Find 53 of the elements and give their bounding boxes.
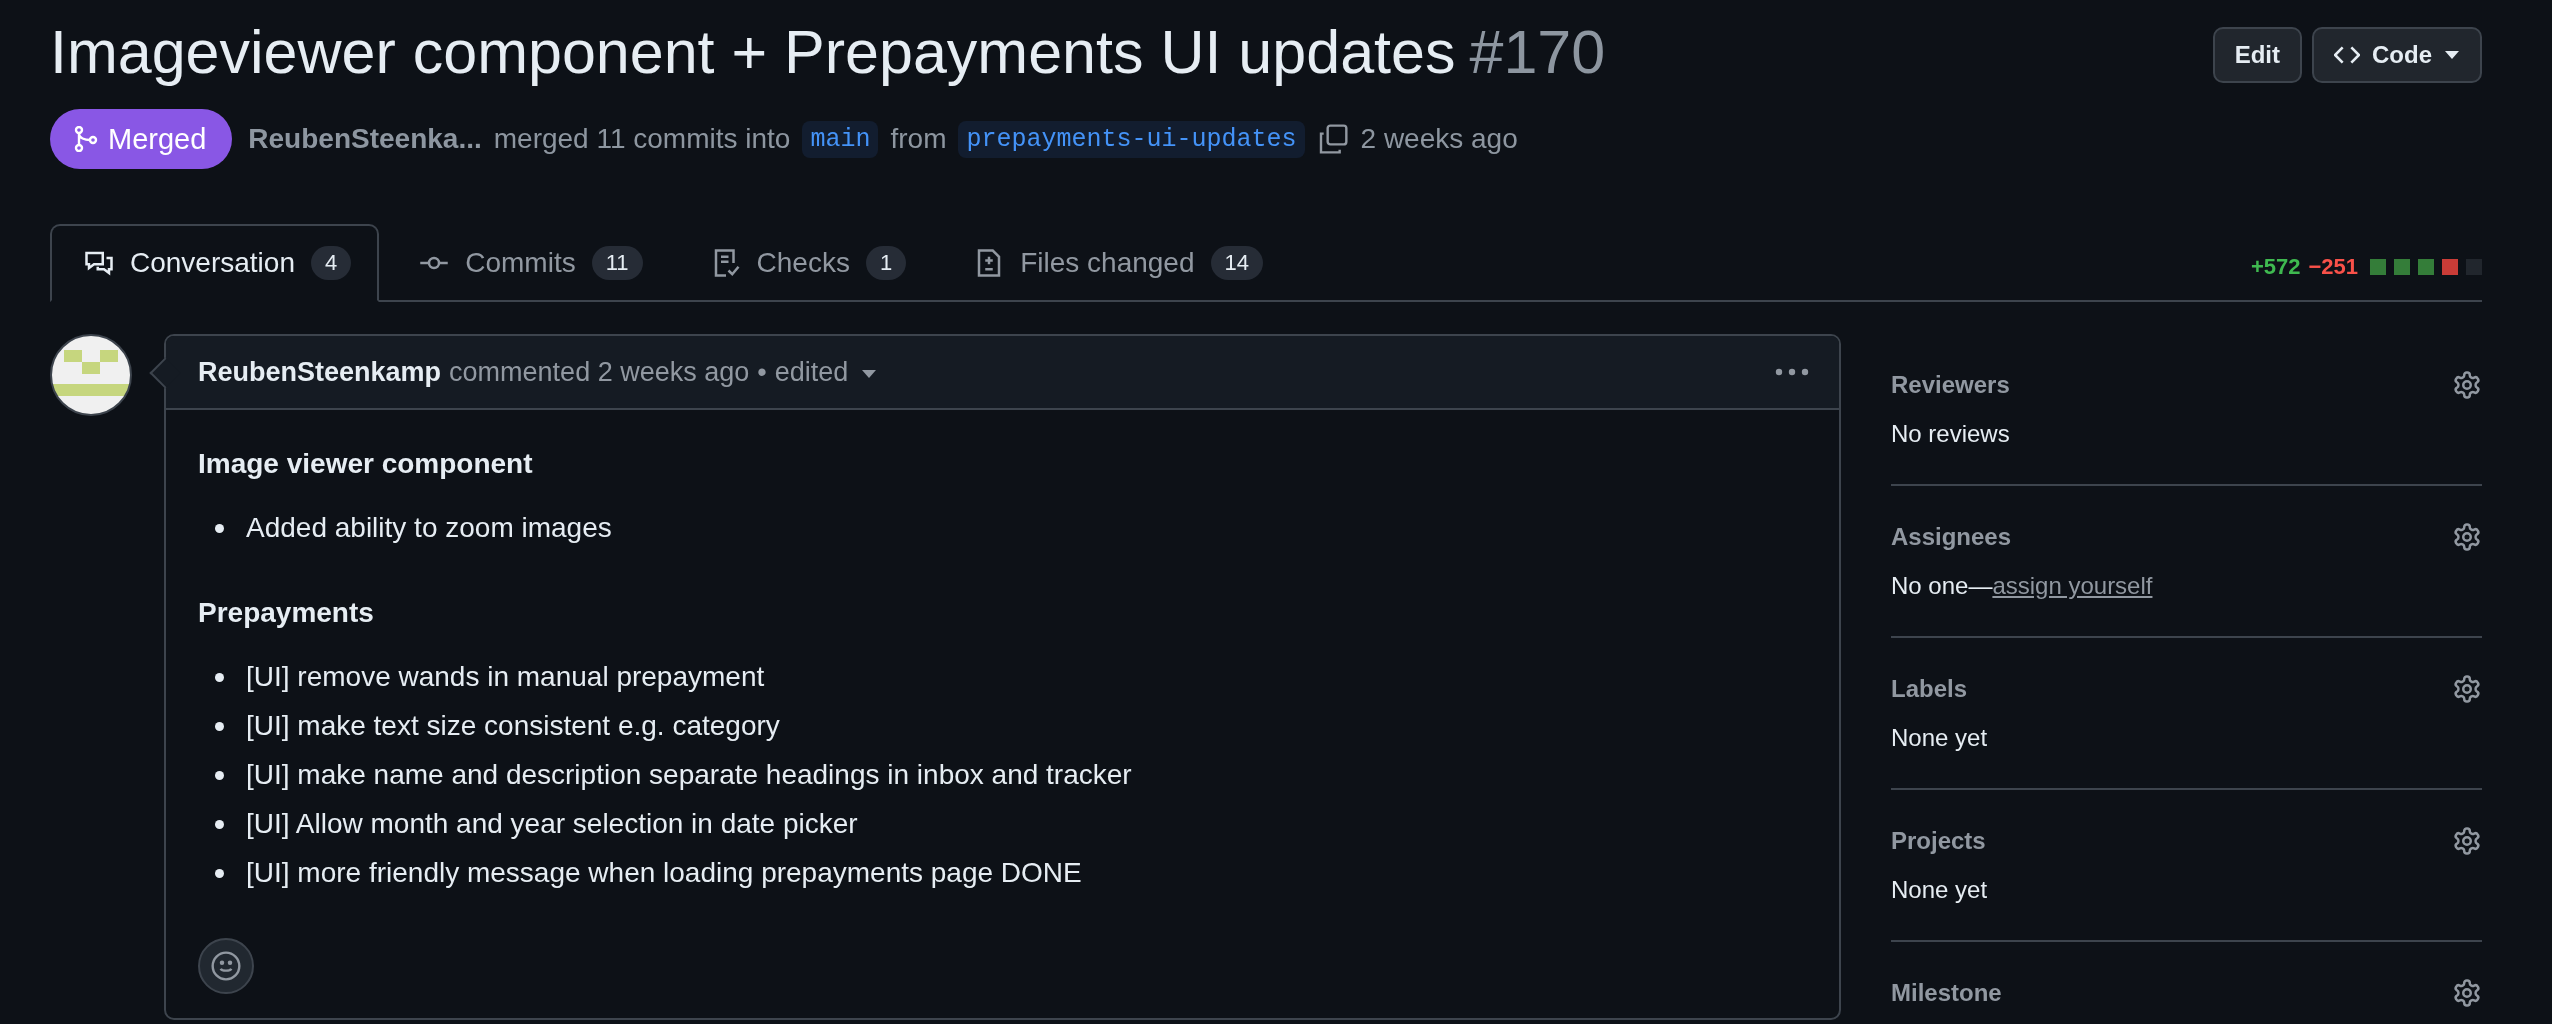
merge-time: 2 weeks ago bbox=[1360, 123, 1518, 155]
head-branch[interactable]: prepayments-ui-updates bbox=[958, 120, 1305, 158]
sidebar-heading[interactable]: Reviewers bbox=[1891, 371, 2010, 399]
status-badge: Merged bbox=[50, 109, 233, 169]
tab-counter: 11 bbox=[591, 246, 643, 280]
settings-icon[interactable] bbox=[2452, 370, 2482, 400]
sidebar-heading[interactable]: Labels bbox=[1891, 675, 1968, 703]
settings-icon[interactable] bbox=[2452, 522, 2482, 552]
comment-heading: Image viewer component bbox=[198, 447, 534, 481]
edited-label[interactable]: edited bbox=[774, 356, 849, 388]
code-button[interactable]: Code bbox=[2312, 27, 2482, 83]
list-item: [UI] remove wands in manual prepayment bbox=[214, 659, 765, 695]
merge-icon bbox=[74, 126, 98, 152]
assign-yourself-link[interactable]: assign yourself bbox=[1992, 572, 2153, 600]
caret-icon[interactable] bbox=[862, 370, 877, 378]
list-item: Added ability to zoom images bbox=[214, 510, 612, 546]
merge-description: merged 11 commits into bbox=[493, 123, 791, 155]
smiley-icon bbox=[210, 950, 242, 982]
settings-icon[interactable] bbox=[2452, 674, 2482, 704]
author-name[interactable]: ReubenSteenka... bbox=[248, 123, 482, 155]
add-reaction-button[interactable] bbox=[198, 938, 254, 994]
sidebar-heading[interactable]: Projects bbox=[1891, 827, 1986, 855]
more-icon[interactable] bbox=[1775, 368, 1809, 376]
sidebar-heading[interactable]: Milestone bbox=[1891, 979, 2002, 1007]
tab[interactable]: Checks 1 bbox=[676, 224, 935, 302]
list-item: [UI] make name and description separate headings in inbox and tracker bbox=[214, 757, 1132, 793]
list-item: [UI] more friendly message when loading prepayments page DONE bbox=[214, 855, 1082, 891]
list-item: [UI] Allow month and year selection in date picker bbox=[214, 806, 858, 842]
caret-icon bbox=[2444, 50, 2460, 60]
pull-request-title: Imageviewer component + Prepayments UI updates #170 bbox=[50, 17, 1606, 88]
sidebar-value: No reviews bbox=[1891, 420, 2010, 448]
tab-counter: 14 bbox=[1210, 246, 1263, 280]
base-branch[interactable]: main bbox=[802, 120, 879, 158]
deletions-count: −251 bbox=[2308, 254, 2358, 280]
comment-author[interactable]: ReubenSteenkamp bbox=[198, 356, 442, 388]
additions-count: +572 bbox=[2250, 254, 2301, 280]
sidebar-value: No one— bbox=[1891, 572, 1993, 600]
tab[interactable]: Commits 11 bbox=[385, 224, 671, 302]
sidebar-value: None yet bbox=[1891, 876, 1988, 904]
comment-time: commented 2 weeks ago bbox=[449, 356, 750, 388]
tab[interactable]: Files changed 14 bbox=[940, 224, 1291, 302]
from-label: from bbox=[890, 123, 947, 155]
separator-dot: • bbox=[757, 356, 767, 388]
tab[interactable]: Conversation 4 bbox=[50, 224, 380, 302]
edit-button[interactable]: Edit bbox=[2212, 27, 2302, 83]
settings-icon[interactable] bbox=[2452, 978, 2482, 1008]
comment-heading: Prepayments bbox=[198, 596, 375, 630]
list-item: [UI] make text size consistent e.g. category bbox=[214, 708, 780, 744]
tab-counter: 1 bbox=[865, 246, 907, 280]
sidebar-heading[interactable]: Assignees bbox=[1891, 523, 2012, 551]
sidebar-value: None yet bbox=[1891, 724, 1988, 752]
settings-icon[interactable] bbox=[2452, 826, 2482, 856]
tab-counter: 4 bbox=[311, 246, 352, 280]
